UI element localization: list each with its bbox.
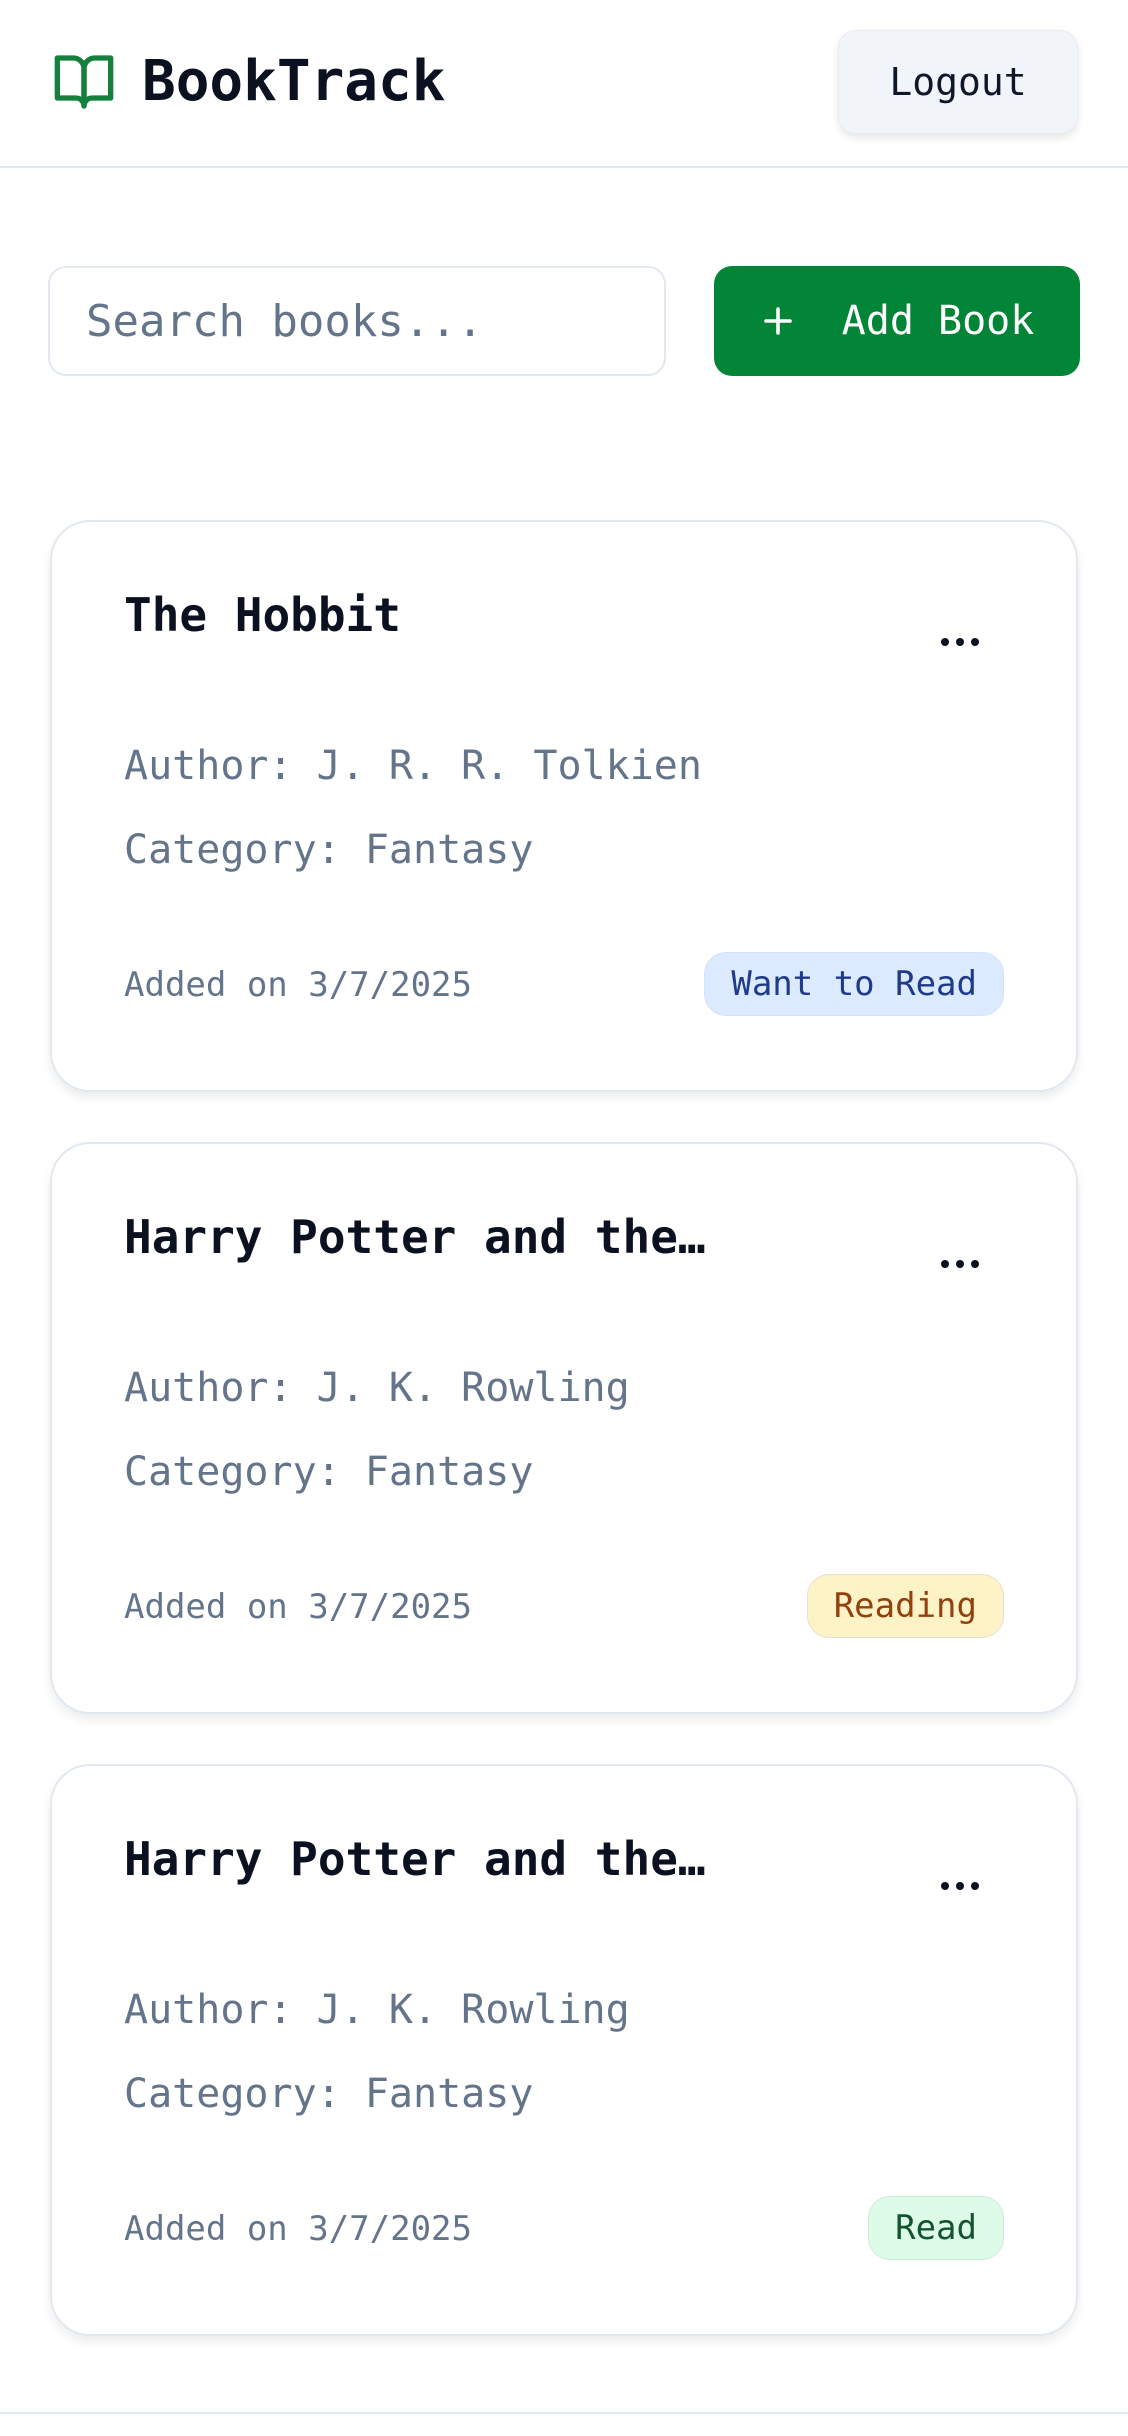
book-menu-button[interactable]: [912, 1856, 1008, 1916]
book-category: Category: Fantasy: [124, 1449, 534, 1495]
book-title: Harry Potter and the…: [124, 1832, 706, 1886]
plus-icon: [763, 307, 792, 335]
book-title: Harry Potter and the…: [124, 1210, 706, 1264]
book-added-date: Added on 3/7/2025: [124, 1587, 472, 1627]
book-author: Author: J. K. Rowling: [124, 1987, 630, 2033]
book-card: The Hobbit Author: J. R. R. Tolkien Cate…: [50, 520, 1078, 1092]
divider: [0, 2412, 1128, 2414]
brand: BookTrack: [50, 50, 445, 114]
search-input[interactable]: [48, 266, 666, 376]
add-book-button[interactable]: Add Book: [714, 266, 1080, 376]
logout-button[interactable]: Logout: [838, 30, 1078, 134]
book-card: Harry Potter and the… Author: J. K. Rowl…: [50, 1142, 1078, 1714]
app-header: BookTrack Logout: [0, 0, 1128, 168]
book-added-date: Added on 3/7/2025: [124, 2209, 472, 2249]
more-horizontal-icon: [941, 1260, 979, 1268]
book-card: Harry Potter and the… Author: J. K. Rowl…: [50, 1764, 1078, 2336]
status-badge: Read: [868, 2196, 1004, 2260]
book-author: Author: J. R. R. Tolkien: [124, 743, 702, 789]
add-book-label: Add Book: [841, 298, 1035, 344]
book-title: The Hobbit: [124, 588, 401, 642]
book-category: Category: Fantasy: [124, 827, 534, 873]
book-added-date: Added on 3/7/2025: [124, 965, 472, 1005]
book-author: Author: J. K. Rowling: [124, 1365, 630, 1411]
brand-title: BookTrack: [142, 49, 446, 114]
more-horizontal-icon: [941, 1882, 979, 1890]
status-badge: Want to Read: [704, 952, 1004, 1016]
book-open-icon: [54, 55, 114, 109]
book-menu-button[interactable]: [912, 1234, 1008, 1294]
more-horizontal-icon: [941, 638, 979, 646]
book-menu-button[interactable]: [912, 612, 1008, 672]
status-badge: Reading: [806, 1574, 1004, 1638]
book-category: Category: Fantasy: [124, 2071, 534, 2117]
